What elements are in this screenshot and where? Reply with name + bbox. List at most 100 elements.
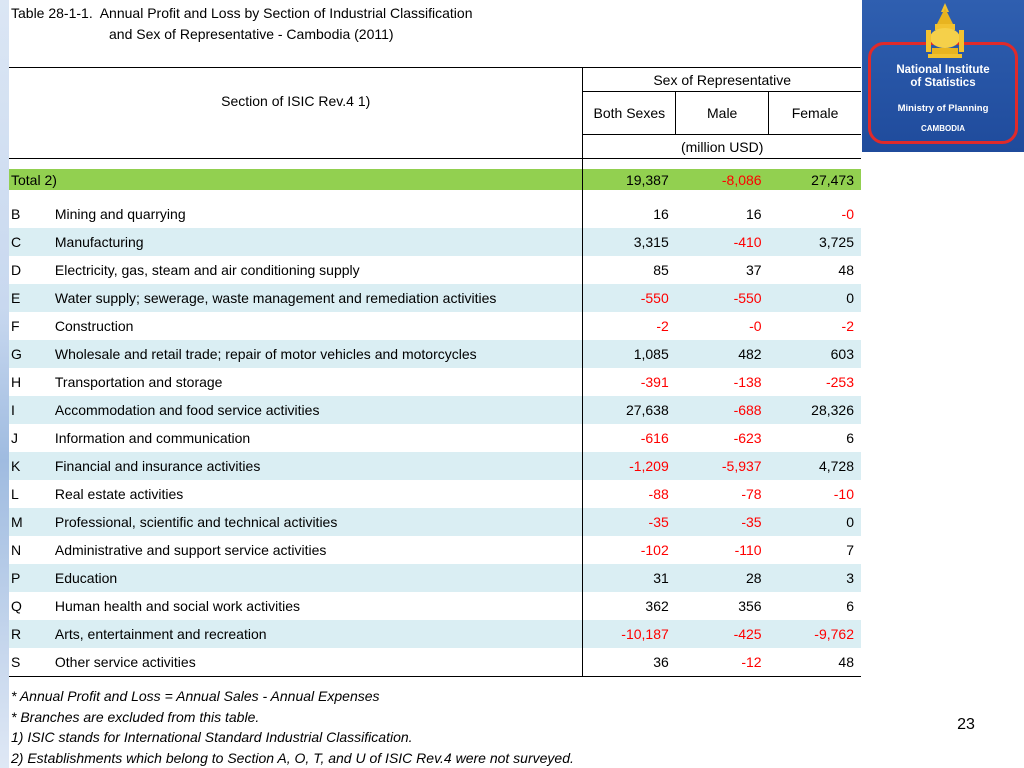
table-row: K Financial and insurance activities -1,20… (9, 452, 861, 480)
section-code: J (11, 430, 18, 446)
section-code: N (11, 542, 22, 558)
value-female: 0 (768, 284, 861, 312)
total-male: -8,086 (675, 169, 769, 190)
value-female: 6 (846, 598, 854, 614)
section-code: G (9, 340, 55, 368)
value-both-sexes: 1,085 (582, 340, 676, 368)
section-name: Education (54, 564, 584, 592)
section-name: Information and communication (54, 424, 584, 452)
profit-loss-table: Section of ISIC Rev.4 1) Sex of Represen… (9, 67, 861, 677)
value-female: -0 (841, 206, 854, 222)
table-row: P Education 31 28 3 (9, 564, 861, 592)
value-both-sexes: -10,187 (582, 620, 676, 648)
value-both-sexes: 36 (582, 648, 676, 677)
unit-label: (million USD) (582, 134, 861, 159)
section-code: H (11, 374, 22, 390)
value-male: -688 (675, 396, 769, 424)
value-male: 16 (746, 206, 762, 222)
table-row: I Accommodation and food service activiti… (9, 396, 861, 424)
value-both-sexes: -2 (582, 312, 676, 340)
table-row: J Information and communication -616 -623 6 (9, 424, 861, 452)
section-name: Manufacturing (54, 228, 584, 256)
section-name: Construction (54, 312, 584, 340)
table-row: C Manufacturing 3,315 -410 3,725 (9, 228, 861, 256)
value-male: 37 (746, 262, 762, 278)
table-row: D Electricity, gas, steam and air conditi… (9, 256, 861, 284)
table-row: R Arts, entertainment and recreation -10,1… (9, 620, 861, 648)
table-title-line2: and Sex of Representative - Cambodia (20… (109, 26, 394, 42)
section-name: Transportation and storage (54, 368, 584, 396)
section-code: E (9, 284, 55, 312)
value-female: 603 (768, 340, 861, 368)
value-male: -78 (741, 486, 762, 502)
value-female: 28,326 (768, 396, 861, 424)
value-female: -9,762 (768, 620, 861, 648)
section-name: Mining and quarrying (54, 200, 584, 228)
value-both-sexes: -1,209 (582, 452, 676, 480)
value-both-sexes: -391 (582, 368, 676, 396)
value-male: -410 (675, 228, 769, 256)
section-name: Human health and social work activities (54, 592, 584, 620)
cambodia-emblem-icon (926, 3, 964, 58)
section-code: S (9, 648, 55, 677)
value-both-sexes: -550 (582, 284, 676, 312)
col-header-both-sexes: Both Sexes (582, 91, 677, 135)
section-code: K (9, 452, 55, 480)
nis-name-line2: of Statistics (910, 77, 976, 89)
value-male: 482 (675, 340, 769, 368)
section-code: B (11, 206, 21, 222)
value-male: -550 (675, 284, 769, 312)
col-header-female: Female (768, 91, 861, 135)
section-header: Section of ISIC Rev.4 1) (9, 67, 584, 135)
total-both: 19,387 (582, 169, 676, 190)
section-name: Financial and insurance activities (54, 452, 584, 480)
value-male: -110 (734, 542, 762, 558)
section-code: R (9, 620, 55, 648)
value-male: -35 (675, 508, 769, 536)
table-row: N Administrative and support service acti… (9, 536, 861, 564)
section-name: Accommodation and food service activitie… (54, 396, 584, 424)
value-female: 7 (846, 542, 854, 558)
value-female: 48 (768, 648, 861, 677)
value-female: -10 (833, 486, 854, 502)
section-code: P (9, 564, 55, 592)
ministry-label: Ministry of Planning (897, 103, 989, 114)
footnote: 1) ISIC stands for International Standar… (11, 729, 413, 745)
table-row: B Mining and quarrying 16 16 -0 (9, 200, 861, 228)
slide-left-band (0, 0, 9, 768)
value-both-sexes: -35 (582, 508, 676, 536)
value-both-sexes: -88 (582, 480, 676, 508)
country-label: CAMBODIA (921, 124, 965, 133)
section-code: M (9, 508, 55, 536)
value-female: 4,728 (768, 452, 861, 480)
value-female: 3 (768, 564, 861, 592)
section-name: Professional, scientific and technical a… (54, 508, 584, 536)
value-both-sexes: -102 (582, 536, 676, 564)
section-code: Q (11, 598, 22, 614)
section-code: F (11, 318, 20, 334)
footnote: 2) Establishments which belong to Sectio… (11, 749, 574, 766)
table-row: M Professional, scientific and technical … (9, 508, 861, 536)
table-row: S Other service activities 36 -12 48 (9, 648, 861, 677)
value-female: 48 (838, 262, 854, 278)
footnote: * Branches are excluded from this table. (11, 708, 260, 725)
table-panel: Table 28-1-1. Annual Profit and Loss by … (9, 0, 862, 768)
section-name: Water supply; sewerage, waste management… (54, 284, 584, 312)
value-male: 28 (675, 564, 769, 592)
table-row: G Wholesale and retail trade; repair of m… (9, 340, 861, 368)
col-header-male: Male (675, 91, 770, 135)
section-code: L (11, 486, 19, 502)
section-name: Real estate activities (54, 480, 584, 508)
value-male: -0 (749, 318, 762, 334)
total-label: Total 2) (9, 169, 584, 190)
footnotes: * Annual Profit and Loss = Annual Sales … (11, 686, 574, 768)
value-female: 0 (768, 508, 861, 536)
table-row: F Construction -2 -0 -2 (9, 312, 861, 340)
value-both-sexes: -616 (582, 424, 676, 452)
value-female: 6 (846, 430, 854, 446)
value-female: -2 (841, 318, 854, 334)
section-code: I (9, 396, 55, 424)
value-male: 356 (738, 598, 762, 614)
value-female: 3,725 (768, 228, 861, 256)
value-male: -623 (733, 430, 762, 446)
